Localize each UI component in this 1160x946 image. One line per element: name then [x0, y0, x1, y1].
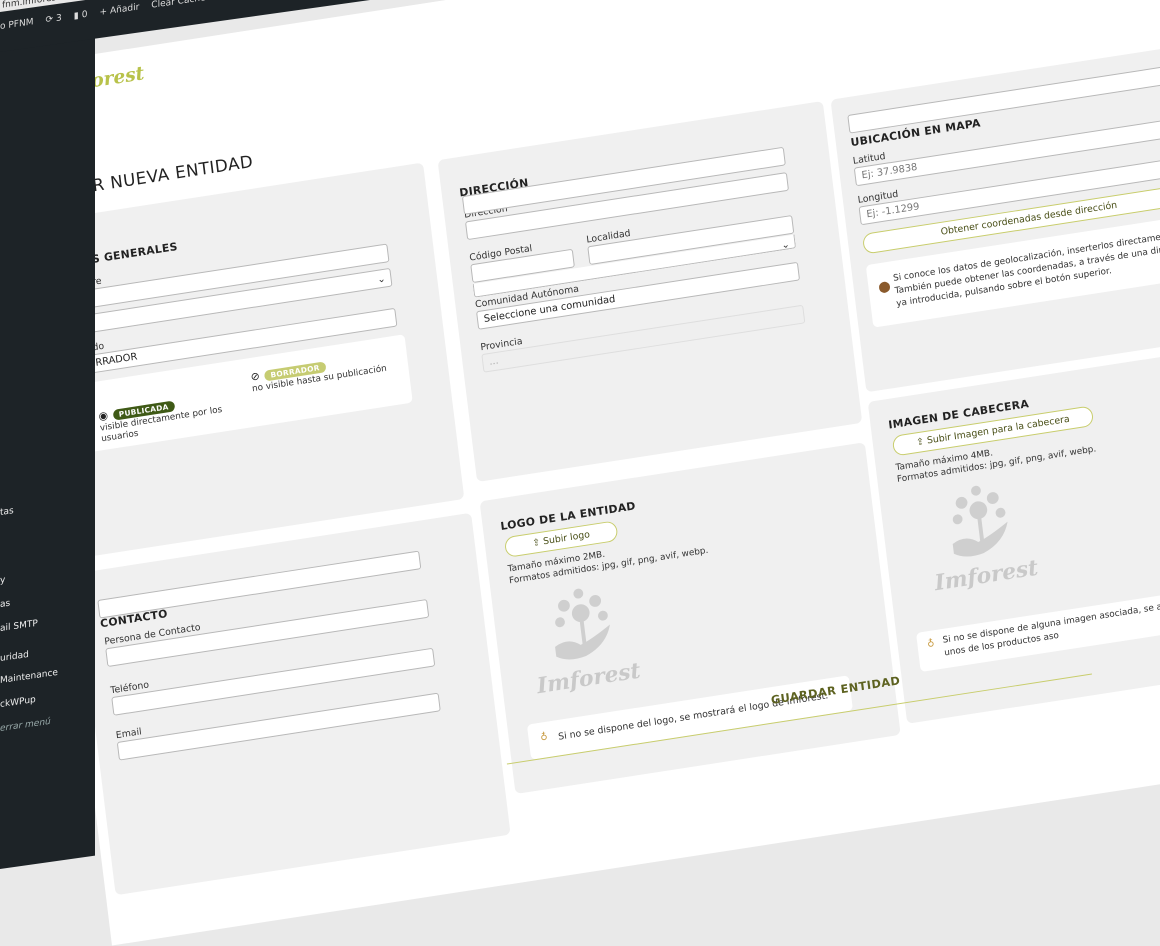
publicada-option: ◉ PUBLICADA visible directamente por los…	[97, 384, 238, 445]
lightbulb-icon: ♁	[927, 638, 935, 650]
plus-icon: +	[99, 7, 107, 18]
admin-bar-updates[interactable]: ⟳3	[45, 13, 61, 25]
map-pin-icon: ⬤	[878, 279, 892, 294]
upload-icon: ⇪	[916, 436, 925, 448]
page-content: Imforest AÑADIR NUEVA ENTIDAD DATOS GENE…	[4, 0, 1160, 946]
sidebar-item-3[interactable]: ail SMTP	[0, 619, 38, 634]
admin-bar-add-new[interactable]: +Añadir	[99, 2, 139, 18]
logo-placeholder-image: Imforest	[526, 578, 642, 699]
ubicacion-panel: UBICACIÓN EN MAPA Latitud Ej: 37.9838 Lo…	[831, 40, 1160, 393]
sidebar-item-1[interactable]: y	[0, 575, 5, 586]
collapse-menu[interactable]: errar menú	[0, 717, 51, 734]
sidebar-item-2[interactable]: as	[0, 599, 10, 610]
comment-icon: ▮	[74, 11, 79, 22]
contacto-panel: CONTACTO Persona de Contacto Teléfono Em…	[76, 513, 510, 896]
sidebar-item-4[interactable]: uridad	[0, 650, 29, 664]
sidebar-item-5[interactable]: Maintenance	[0, 668, 58, 686]
sidebar-item-0[interactable]: tas	[0, 506, 14, 518]
admin-bar-comments[interactable]: ▮0	[74, 10, 88, 22]
admin-bar-site[interactable]: o PFNM	[0, 17, 33, 32]
logo-entidad-panel: LOGO DE LA ENTIDAD ⇪ Subir logo Tamaño m…	[480, 442, 901, 794]
sidebar-item-6[interactable]: ckWPup	[0, 695, 36, 710]
borrador-option: ⊘ BORRADOR no visible hasta su publicaci…	[249, 344, 399, 396]
eye-off-icon: ⊘	[250, 370, 261, 384]
refresh-icon: ⟳	[45, 15, 53, 26]
tree-hand-placeholder-icon	[541, 580, 624, 669]
admin-sidebar: tas y as ail SMTP uridad Maintenance ckW…	[0, 27, 95, 869]
direccion-panel: DIRECCIÓN Dirección Código Postal Locali…	[438, 101, 863, 482]
subir-logo-label: Subir logo	[543, 529, 591, 547]
tree-hand-placeholder-icon	[938, 477, 1021, 566]
chevron-down-icon: ⌄	[376, 271, 386, 289]
lightbulb-icon: ♁	[540, 732, 548, 744]
datos-generales-panel: DATOS GENERALES Nombre ⌄ Estado BORRADOR…	[33, 163, 464, 559]
imagen-cabecera-panel: IMAGEN DE CABECERA ⇪ Subir Imagen para l…	[868, 342, 1160, 724]
cabecera-placeholder-image: Imforest	[923, 475, 1039, 596]
cabecera-hint: Si no se dispone de alguna imagen asocia…	[942, 584, 1160, 660]
upload-icon: ⇪	[532, 537, 541, 549]
eye-icon: ◉	[98, 409, 109, 423]
chevron-down-icon: ⌄	[781, 236, 791, 254]
admin-bar-clear-cache[interactable]: Clear Cache For Me	[151, 0, 238, 11]
